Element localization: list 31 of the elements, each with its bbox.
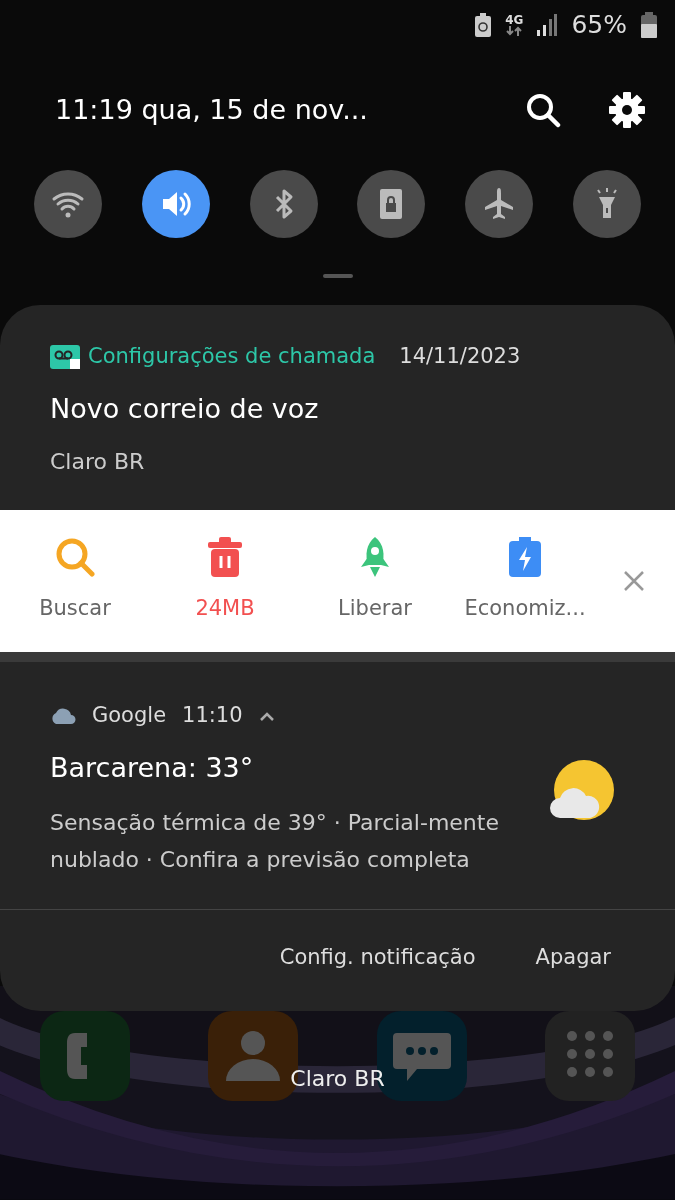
notification-text: Claro BR <box>50 448 146 476</box>
notification-settings-button[interactable]: Config. notificação <box>273 937 482 978</box>
search-action[interactable]: Buscar <box>0 537 150 625</box>
app-name: Configurações de chamada <box>88 343 376 370</box>
notification-title: Novo correio de voz <box>50 391 320 426</box>
partly-cloudy-icon <box>550 760 616 822</box>
app-name: Google <box>92 702 167 729</box>
chevron-icon[interactable] <box>258 710 275 721</box>
carrier-name: Claro BR <box>289 1065 386 1094</box>
cloud-icon <box>50 707 76 724</box>
voicemail-icon <box>50 344 80 369</box>
trash-action[interactable]: 24MB <box>150 537 300 625</box>
notification-time: 11:10 <box>182 702 243 729</box>
battery-saver-icon <box>475 13 492 37</box>
battery-action[interactable]: Economiz... <box>450 537 600 625</box>
notification-title: Barcarena: 33° <box>50 750 255 785</box>
search-icon[interactable] <box>525 92 561 128</box>
battery-icon <box>641 12 657 38</box>
date-time: 11:19 qua, 15 de nov... <box>55 92 369 127</box>
signal-icon <box>537 14 558 36</box>
clear-button[interactable]: Apagar <box>529 937 617 978</box>
rocket-action[interactable]: Liberar <box>300 537 450 625</box>
notification-time: 14/11/2023 <box>399 343 521 370</box>
network-type: 4G <box>505 14 524 26</box>
settings-icon[interactable] <box>609 92 645 128</box>
drag-handle <box>322 274 353 278</box>
close-icon[interactable] <box>623 570 645 592</box>
notification-text: Sensação térmica de 39° · Parcial-mente nublado · Confira a previsão completa <box>50 809 500 875</box>
data-arrows-icon <box>505 26 524 36</box>
phone-app-icon <box>40 1011 130 1102</box>
battery-percent: 65% <box>571 9 627 42</box>
